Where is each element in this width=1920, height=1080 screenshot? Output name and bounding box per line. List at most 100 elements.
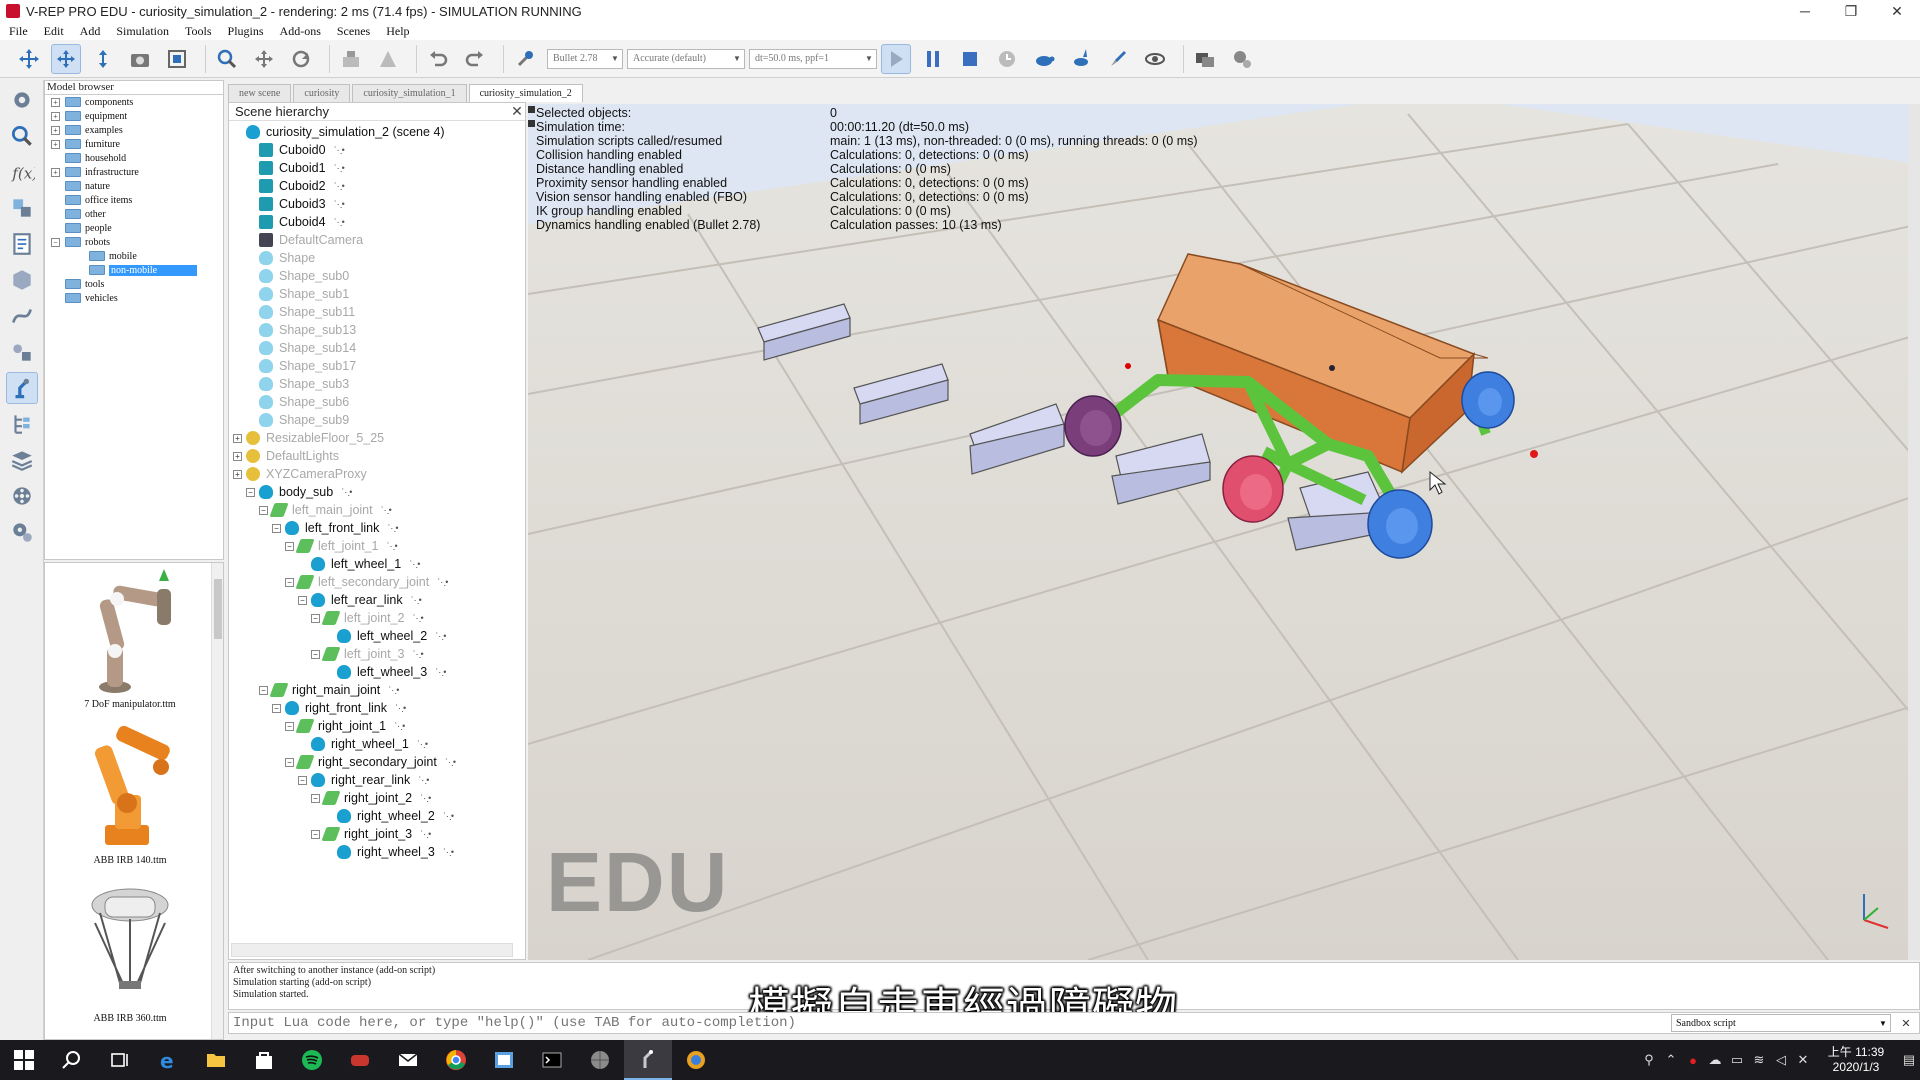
script-link-icon[interactable]: ⋱• bbox=[334, 163, 345, 174]
ime-icon[interactable]: ✕ bbox=[1792, 1040, 1814, 1080]
sphere-app-button[interactable] bbox=[576, 1040, 624, 1080]
undo-button[interactable] bbox=[423, 44, 453, 74]
hierarchy-item-Shape_sub3[interactable]: Shape_sub3 bbox=[246, 375, 349, 393]
stop-simulation-button[interactable] bbox=[955, 44, 985, 74]
collections-button[interactable] bbox=[6, 192, 38, 224]
info-toggle-simtime[interactable] bbox=[528, 120, 535, 127]
hierarchy-item-body_sub[interactable]: − body_sub ⋱• bbox=[246, 483, 352, 501]
expand-icon[interactable]: + bbox=[233, 469, 242, 479]
model-folder-robots[interactable]: − robots bbox=[45, 235, 223, 249]
layers-button[interactable] bbox=[6, 444, 38, 476]
menu-tools[interactable]: Tools bbox=[176, 24, 219, 39]
model-thumb-abb-irb-140[interactable]: ABB IRB 140.ttm bbox=[65, 725, 195, 866]
hierarchy-item-right_joint_2[interactable]: − right_joint_2 ⋱• bbox=[311, 789, 431, 807]
hierarchy-item-Shape_sub13[interactable]: Shape_sub13 bbox=[246, 321, 356, 339]
menu-help[interactable]: Help bbox=[377, 24, 416, 39]
start-simulation-button[interactable] bbox=[881, 43, 911, 74]
script-link-icon[interactable]: ⋱• bbox=[388, 685, 399, 696]
model-thumb-7dof[interactable]: 7 DoF manipulator.ttm bbox=[65, 569, 195, 710]
hierarchy-item-Shape_sub14[interactable]: Shape_sub14 bbox=[246, 339, 356, 357]
terminal-button[interactable] bbox=[528, 1040, 576, 1080]
model-folder-components[interactable]: + components bbox=[45, 95, 223, 109]
hierarchy-item-left_wheel_1[interactable]: left_wheel_1 ⋱• bbox=[298, 555, 420, 573]
tab-new-scene[interactable]: new scene bbox=[228, 84, 292, 102]
store-button[interactable] bbox=[240, 1040, 288, 1080]
video-recorder-button[interactable] bbox=[6, 480, 38, 512]
volume-icon[interactable]: ◁ bbox=[1770, 1040, 1792, 1080]
close-button[interactable]: ✕ bbox=[1874, 0, 1920, 22]
vrep-taskbar-button[interactable] bbox=[624, 1040, 672, 1080]
camera-zoom-button[interactable] bbox=[125, 44, 155, 74]
hierarchy-horizontal-scrollbar[interactable] bbox=[231, 943, 513, 957]
script-link-icon[interactable]: ⋱• bbox=[418, 775, 429, 786]
restore-button[interactable]: ❐ bbox=[1828, 0, 1874, 22]
notification-icon[interactable]: ▤ bbox=[1898, 1040, 1920, 1080]
model-folder-household[interactable]: household bbox=[45, 151, 223, 165]
model-folder-furniture[interactable]: + furniture bbox=[45, 137, 223, 151]
page-selector-button[interactable] bbox=[1190, 44, 1220, 74]
thread-rendering-button[interactable] bbox=[1103, 44, 1133, 74]
script-link-icon[interactable]: ⋱• bbox=[386, 541, 397, 552]
expand-icon[interactable]: + bbox=[51, 125, 60, 135]
hierarchy-item-right_main_joint[interactable]: − right_main_joint ⋱• bbox=[259, 681, 399, 699]
user-settings-button[interactable] bbox=[6, 516, 38, 548]
click-select-button[interactable] bbox=[212, 44, 242, 74]
search-button[interactable] bbox=[48, 1040, 96, 1080]
calculation-modules-button[interactable]: f(x) bbox=[6, 156, 38, 188]
hierarchy-item-left_joint_3[interactable]: − left_joint_3 ⋱• bbox=[311, 645, 424, 663]
3d-viewport[interactable]: Selected objects: 0 Simulation time: 00:00:… bbox=[528, 104, 1920, 960]
path-edit-button[interactable] bbox=[6, 300, 38, 332]
hierarchy-item-Shape_sub9[interactable]: Shape_sub9 bbox=[246, 411, 349, 429]
collapse-icon[interactable]: − bbox=[311, 649, 320, 659]
record-icon[interactable]: ● bbox=[1682, 1040, 1704, 1080]
mail-button[interactable] bbox=[384, 1040, 432, 1080]
tab-curiosity-simulation-2[interactable]: curiosity_simulation_2 bbox=[468, 84, 583, 102]
script-link-icon[interactable]: ⋱• bbox=[387, 523, 398, 534]
hierarchy-item-ResizableFloor_5_25[interactable]: + ResizableFloor_5_25 bbox=[233, 429, 384, 447]
paint-app-button[interactable] bbox=[480, 1040, 528, 1080]
accuracy-select[interactable]: Accurate (default) ▼ bbox=[627, 48, 745, 69]
collapse-icon[interactable]: − bbox=[51, 237, 60, 247]
expand-icon[interactable]: + bbox=[51, 111, 60, 121]
scene-hierarchy-button[interactable] bbox=[6, 408, 38, 440]
hierarchy-item-left_main_joint[interactable]: − left_main_joint ⋱• bbox=[259, 501, 392, 519]
scripts-button[interactable] bbox=[6, 228, 38, 260]
script-link-icon[interactable]: ⋱• bbox=[445, 757, 456, 768]
hierarchy-item-Cuboid1[interactable]: Cuboid1 ⋱• bbox=[246, 159, 345, 177]
hierarchy-item-right_front_link[interactable]: − right_front_link ⋱• bbox=[272, 699, 406, 717]
transfer-dna-button[interactable] bbox=[373, 44, 403, 74]
script-link-icon[interactable]: ⋱• bbox=[334, 199, 345, 210]
script-link-icon[interactable]: ⋱• bbox=[334, 181, 345, 192]
model-thumb-abb-irb-360[interactable]: ABB IRB 360.ttm bbox=[65, 883, 195, 1024]
script-link-icon[interactable]: ⋱• bbox=[412, 649, 423, 660]
script-target-select[interactable]: Sandbox script ▼ bbox=[1671, 1014, 1891, 1032]
model-folder-tools[interactable]: tools bbox=[45, 277, 223, 291]
fit-to-view-button[interactable] bbox=[162, 44, 192, 74]
cloud-icon[interactable]: ☁ bbox=[1704, 1040, 1726, 1080]
script-link-icon[interactable]: ⋱• bbox=[411, 595, 422, 606]
hierarchy-item-Cuboid4[interactable]: Cuboid4 ⋱• bbox=[246, 213, 345, 231]
hierarchy-item-right_wheel_1[interactable]: right_wheel_1 ⋱• bbox=[298, 735, 428, 753]
hierarchy-item-Shape_sub17[interactable]: Shape_sub17 bbox=[246, 357, 356, 375]
battery-icon[interactable]: ▭ bbox=[1726, 1040, 1748, 1080]
chevron-up-icon[interactable]: ⌃ bbox=[1660, 1040, 1682, 1080]
expand-icon[interactable]: + bbox=[51, 167, 60, 177]
task-view-button[interactable] bbox=[96, 1040, 144, 1080]
hierarchy-item-left_wheel_2[interactable]: left_wheel_2 ⋱• bbox=[324, 627, 446, 645]
script-link-icon[interactable]: ⋱• bbox=[420, 793, 431, 804]
assemble-button[interactable] bbox=[336, 44, 366, 74]
minimize-button[interactable]: ─ bbox=[1782, 0, 1828, 22]
script-link-icon[interactable]: ⋱• bbox=[435, 667, 446, 678]
hierarchy-item-Cuboid2[interactable]: Cuboid2 ⋱• bbox=[246, 177, 345, 195]
tab-curiosity[interactable]: curiosity bbox=[293, 84, 351, 102]
expand-icon[interactable]: + bbox=[51, 97, 60, 107]
model-folder-non-mobile[interactable]: non-mobile bbox=[45, 263, 223, 277]
menu-add[interactable]: Add bbox=[71, 24, 108, 39]
timestep-select[interactable]: dt=50.0 ms, ppf=1 ▼ bbox=[749, 48, 877, 69]
collapse-icon[interactable]: − bbox=[285, 721, 294, 731]
hierarchy-item-left_front_link[interactable]: − left_front_link ⋱• bbox=[272, 519, 399, 537]
close-icon[interactable]: ✕ bbox=[509, 103, 525, 120]
redo-button[interactable] bbox=[460, 44, 490, 74]
hierarchy-item-DefaultCamera[interactable]: DefaultCamera bbox=[246, 231, 363, 249]
model-folder-mobile[interactable]: mobile bbox=[45, 249, 223, 263]
